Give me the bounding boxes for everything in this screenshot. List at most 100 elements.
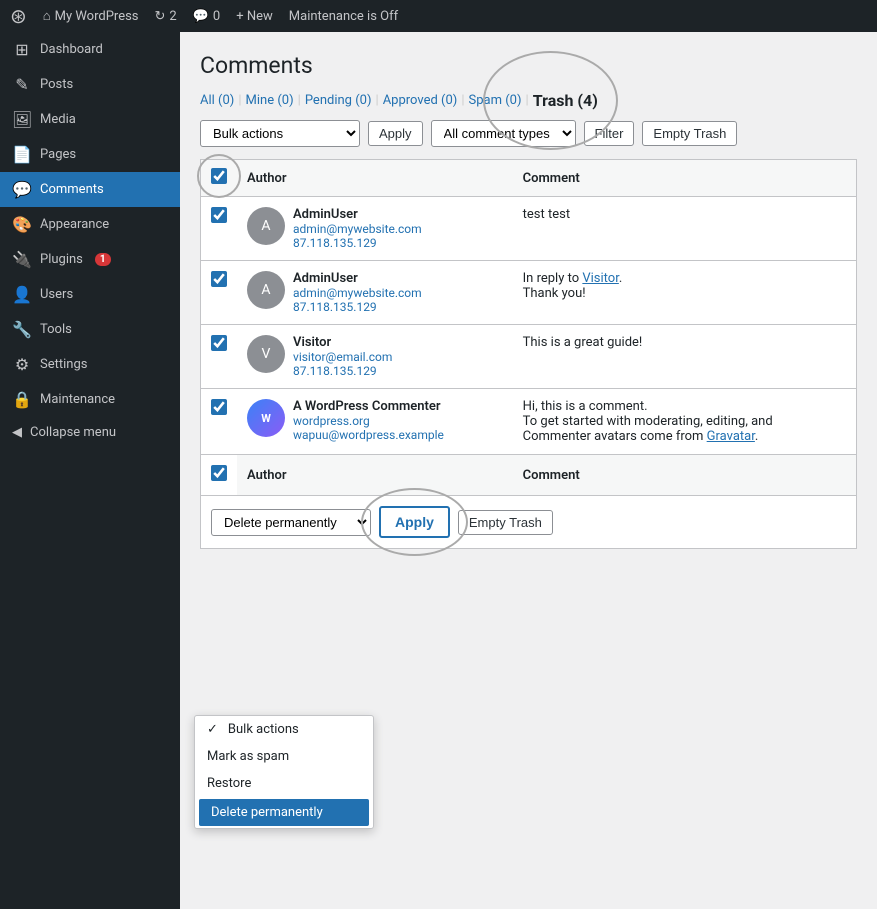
dropdown-item-label: Mark as spam [207, 749, 289, 764]
filter-mine[interactable]: Mine (0) [246, 93, 294, 108]
comment-text: In reply to Visitor. [523, 271, 846, 286]
filter-all[interactable]: All (0) [200, 93, 234, 108]
avatar: A [247, 271, 285, 309]
comments-nav-icon: 💬 [12, 180, 32, 199]
top-toolbar: Bulk actions Mark as spam Restore Delete… [200, 120, 857, 147]
sidebar-item-label: Pages [40, 147, 76, 162]
avatar: V [247, 335, 285, 373]
filter-trash[interactable]: Trash (4) [533, 91, 598, 110]
author-email[interactable]: wordpress.org [293, 414, 444, 428]
sidebar-item-label: Posts [40, 77, 73, 92]
sidebar-item-maintenance[interactable]: 🔒 Maintenance [0, 382, 180, 417]
dropdown-item-mark-spam[interactable]: Mark as spam [195, 743, 373, 770]
sidebar-item-users[interactable]: 👤 Users [0, 277, 180, 312]
filter-pending[interactable]: Pending (0) [305, 93, 372, 108]
sidebar-item-appearance[interactable]: 🎨 Appearance [0, 207, 180, 242]
author-ip[interactable]: 87.118.135.129 [293, 300, 422, 314]
author-email[interactable]: visitor@email.com [293, 350, 392, 364]
site-name[interactable]: ⌂ My WordPress [43, 8, 139, 24]
dropdown-item-delete-permanently[interactable]: Delete permanently [199, 799, 369, 826]
sidebar-item-tools[interactable]: 🔧 Tools [0, 312, 180, 347]
row-checkbox[interactable] [211, 271, 227, 287]
row-checkbox[interactable] [211, 207, 227, 223]
settings-icon: ⚙ [12, 355, 32, 374]
dropdown-item-restore[interactable]: Restore [195, 770, 373, 797]
author-email[interactable]: admin@mywebsite.com [293, 286, 422, 300]
row-checkbox-cell [201, 197, 238, 261]
row-checkbox-cell [201, 325, 238, 389]
reply-link[interactable]: Visitor [582, 271, 618, 286]
filter-approved[interactable]: Approved (0) [383, 93, 458, 108]
avatar: W [247, 399, 285, 437]
filter-links: All (0) | Mine (0) | Pending (0) | Appro… [200, 91, 857, 110]
sidebar-item-label: Media [40, 112, 76, 127]
comment-text-2: To get started with moderating, editing,… [523, 414, 846, 429]
author-cell: A AdminUser admin@mywebsite.com 87.118.1… [237, 261, 513, 325]
sidebar-item-label: Users [40, 287, 73, 302]
apply-button-top[interactable]: Apply [368, 121, 423, 146]
media-icon: 🖼 [12, 110, 32, 129]
author-ip[interactable]: wapuu@wordpress.example [293, 428, 444, 442]
author-cell: A AdminUser admin@mywebsite.com 87.118.1… [237, 197, 513, 261]
collapse-menu-button[interactable]: ◀ Collapse menu [0, 417, 180, 448]
sidebar-item-label: Appearance [40, 217, 109, 232]
author-ip[interactable]: 87.118.135.129 [293, 364, 392, 378]
comment-text: Hi, this is a comment. [523, 399, 846, 414]
wp-logo-icon[interactable]: ⊛ [10, 4, 27, 28]
sidebar-item-media[interactable]: 🖼 Media [0, 102, 180, 137]
sidebar-item-label: Tools [40, 322, 72, 337]
select-all-checkbox[interactable] [211, 168, 227, 184]
sidebar-item-settings[interactable]: ⚙ Settings [0, 347, 180, 382]
footer-select-all-checkbox[interactable] [211, 465, 227, 481]
row-checkbox[interactable] [211, 399, 227, 415]
sidebar-item-label: Plugins [40, 252, 83, 267]
author-ip[interactable]: 87.118.135.129 [293, 236, 422, 250]
sidebar-item-dashboard[interactable]: ⊞ Dashboard [0, 32, 180, 67]
plugins-icon: 🔌 [12, 250, 32, 269]
author-name: A WordPress Commenter [293, 399, 444, 414]
apply-button-bottom-wrapper: Apply [379, 506, 450, 538]
appearance-icon: 🎨 [12, 215, 32, 234]
gravatar-link[interactable]: Gravatar [707, 429, 755, 444]
collapse-icon: ◀ [12, 425, 22, 440]
updates-button[interactable]: ↻ 2 [155, 9, 177, 24]
row-checkbox[interactable] [211, 335, 227, 351]
comments-table: Author Comment A [200, 159, 857, 496]
empty-trash-button-bottom[interactable]: Empty Trash [458, 510, 553, 535]
sidebar-item-label: Dashboard [40, 42, 103, 57]
apply-button-bottom[interactable]: Apply [379, 506, 450, 538]
sidebar-item-pages[interactable]: 📄 Pages [0, 137, 180, 172]
author-name: AdminUser [293, 207, 422, 222]
comment-type-select[interactable]: All comment types [431, 120, 576, 147]
comments-button[interactable]: 💬 0 [193, 9, 221, 24]
comment-body: Thank you! [523, 286, 846, 301]
home-icon: ⌂ [43, 8, 51, 24]
pages-icon: 📄 [12, 145, 32, 164]
select-all-header [201, 160, 238, 197]
bottom-toolbar-container: Bulk actions Mark as spam Restore Delete… [200, 496, 857, 549]
posts-icon: ✎ [12, 75, 32, 94]
top-bar: ⊛ ⌂ My WordPress ↻ 2 💬 0 + New Maintenan… [0, 0, 877, 32]
comment-cell: test test [513, 197, 857, 261]
new-button[interactable]: + New [236, 9, 273, 24]
dropdown-item-bulk-actions[interactable]: Bulk actions [195, 716, 373, 743]
sidebar-item-plugins[interactable]: 🔌 Plugins 1 [0, 242, 180, 277]
maintenance-status[interactable]: Maintenance is Off [289, 9, 398, 24]
filter-spam[interactable]: Spam (0) [469, 93, 522, 108]
sidebar-item-comments[interactable]: 💬 Comments [0, 172, 180, 207]
footer-checkbox-cell [201, 455, 238, 496]
dropdown-item-label: Bulk actions [228, 722, 299, 737]
dashboard-icon: ⊞ [12, 40, 32, 59]
sidebar-item-posts[interactable]: ✎ Posts [0, 67, 180, 102]
table-row: V Visitor visitor@email.com 87.118.135.1… [201, 325, 857, 389]
dropdown-item-label: Delete permanently [211, 805, 323, 820]
author-email[interactable]: admin@mywebsite.com [293, 222, 422, 236]
footer-comment-header: Comment [513, 455, 857, 496]
bulk-actions-select-bottom[interactable]: Bulk actions Mark as spam Restore Delete… [211, 509, 371, 536]
empty-trash-button-top[interactable]: Empty Trash [642, 121, 737, 146]
filter-button[interactable]: Filter [584, 121, 635, 146]
author-name: AdminUser [293, 271, 422, 286]
sidebar-item-label: Comments [40, 182, 104, 197]
bulk-actions-select[interactable]: Bulk actions Mark as spam Restore Delete… [200, 120, 360, 147]
dropdown-item-label: Restore [207, 776, 251, 791]
